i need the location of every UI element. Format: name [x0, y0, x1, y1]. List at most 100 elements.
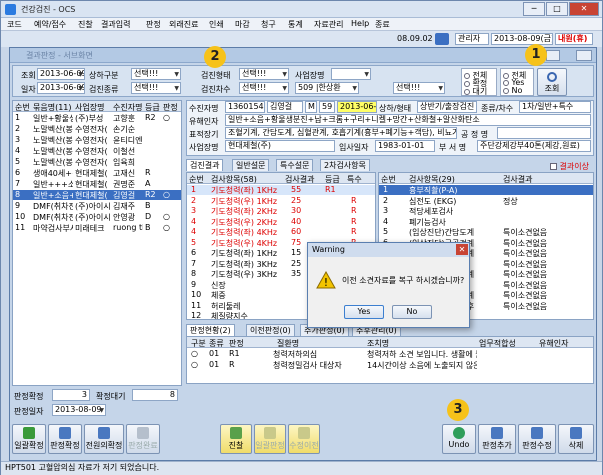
table-row[interactable]: 4 폐기능검사	[379, 217, 593, 227]
list-cell: ○	[163, 190, 170, 199]
table-row[interactable]: 3 기도청력(좌) 2KHz 30 R	[187, 206, 375, 216]
list-cell: ○	[163, 212, 170, 221]
list-item[interactable]: 2 노말벡산(봉 수영전자(손기순	[13, 124, 181, 134]
label-judge-date: 판정일자	[14, 407, 44, 416]
biz-name-value: 현대제철(주)	[225, 140, 335, 152]
menu-result-input[interactable]: 결과입력	[101, 19, 130, 30]
judgment-cell: 01	[209, 360, 220, 369]
exam-type-select[interactable]: 선택!!!	[239, 68, 289, 80]
half-select[interactable]: 선택!!!	[131, 68, 181, 80]
list-item[interactable]: 5 노말벡산(봉 수영전자(임육희	[13, 157, 181, 167]
inner-exit-button[interactable]	[576, 50, 592, 61]
radio-waiting-icon[interactable]	[464, 88, 470, 95]
menu-reservation[interactable]: 예약/접수	[34, 19, 66, 30]
doctor-select[interactable]: 509 |한상환	[295, 82, 359, 94]
result-cell: 신장	[211, 280, 226, 290]
search-button[interactable]: 조회	[537, 68, 567, 96]
result-cell: R	[351, 227, 357, 236]
patient-sex: M	[305, 101, 317, 113]
tab-second-exam[interactable]: 2차검사항목	[320, 159, 370, 171]
list-item[interactable]: 7 일반+++소음현대제철(권명준 A	[13, 179, 181, 189]
delete-button[interactable]: 삭제	[558, 424, 594, 454]
menu-code[interactable]: 코드	[7, 19, 22, 30]
menu-close[interactable]: 마감	[235, 19, 250, 30]
biz-select[interactable]	[331, 68, 371, 80]
menu-stats[interactable]: 통계	[288, 19, 303, 30]
tab-general-survey[interactable]: 일반설문	[232, 159, 270, 171]
minimize-button[interactable]: ─	[523, 2, 545, 16]
tab-special-survey[interactable]: 특수설문	[276, 159, 314, 171]
menu-help[interactable]: Help	[351, 19, 369, 28]
table-row[interactable]: 1 기도청력(좌) 1KHz 55 R1	[187, 185, 375, 195]
inner-restore-button[interactable]	[546, 50, 560, 61]
undo-button[interactable]: Undo	[442, 424, 476, 454]
menu-print[interactable]: 인쇄	[209, 19, 224, 30]
menu-outpatient[interactable]: 외래진료	[169, 19, 198, 30]
date-input[interactable]: 2013-06-09	[37, 82, 85, 94]
result-cell: 2	[191, 195, 197, 205]
table-row[interactable]: 2 기도청력(우) 1KHz 25 R	[187, 196, 375, 206]
table-row[interactable]: 3 적당세포검사	[379, 206, 593, 216]
tab-prev-judgment[interactable]: 이전판정(0)	[246, 324, 295, 336]
list-cell: B	[145, 201, 151, 210]
result-cell: 기도청력(좌) 2KHz	[211, 207, 278, 216]
list-cell: 8	[15, 190, 21, 199]
prev-edit-button[interactable]: 수정이전	[288, 424, 320, 454]
list-item[interactable]: 11 마약검사부서미래테크 ruong thB ○	[13, 223, 181, 233]
result-cell: 4	[191, 216, 197, 226]
radio-no-icon[interactable]	[503, 87, 509, 94]
results-header: 순번 검사항목(58) 검사결과 등급 특수	[187, 173, 375, 184]
exam-cell: 정상	[503, 196, 518, 206]
dialog-no-button[interactable]: No	[392, 305, 432, 319]
exam-cell: 3	[383, 206, 389, 215]
radio-yes-icon[interactable]	[503, 79, 509, 86]
result-cell: 체중	[211, 291, 226, 300]
menu-exam[interactable]: 진찰	[78, 19, 93, 30]
list-item[interactable]: 10 DMF(취차전:(주)아이시안영광 D ○	[13, 212, 181, 222]
table-row[interactable]: 4 기도청력(좌) 4KHz 60 R	[187, 227, 375, 237]
menu-judgment[interactable]: 판정	[146, 19, 161, 30]
tab-results[interactable]: 검진결과	[186, 159, 224, 171]
list-cell: 김재주	[113, 202, 136, 211]
exam-button[interactable]: 진찰	[220, 424, 252, 454]
table-row[interactable]: 1 흉부직촬(P-A)	[379, 185, 593, 195]
table-row[interactable]: ○ 01 R 청력정밀검사 대상자 14시간이상 소음에 노출되지 않은 상태에서 소음	[187, 360, 593, 370]
abnormal-check-icon[interactable]	[550, 163, 557, 170]
batch-confirm-button[interactable]: 일괄확정	[12, 424, 46, 454]
list-item[interactable]: 9 DMF(취차전:(주)아이시김재주 B	[13, 201, 181, 211]
table-row[interactable]: ○ 01 R1 청력저하의심 청력저하 소견 보입니다. 생활에 불편시 이비인후과 진…	[187, 349, 593, 359]
table-row[interactable]: 5 (임상진단)간담도계 특이소견없음	[379, 227, 593, 237]
release-button[interactable]: 판정완료	[126, 424, 160, 454]
all-confirm-button[interactable]: 전원의확정	[84, 424, 124, 454]
doctor2-select[interactable]: 선택!!!	[393, 82, 445, 94]
exam-kind-select[interactable]: 선택!!!	[131, 82, 181, 94]
dialog-yes-button[interactable]: Yes	[344, 305, 384, 319]
list-item[interactable]: 4 노말벡산(봉 수영전자(이철선	[13, 146, 181, 156]
abnormal-checkbox[interactable]: 결과이상	[550, 161, 589, 172]
list-item[interactable]: 6 생애40세+++현대제철(고재신 R	[13, 168, 181, 178]
exam-round-select[interactable]: 선택!!!	[239, 82, 289, 94]
list-item[interactable]: 8 일반+소음+ 현대제철(김영걸 R2 ○	[13, 190, 181, 200]
batch-judge-button[interactable]: 일괄판정	[254, 424, 286, 454]
process-value	[497, 127, 591, 139]
menu-data[interactable]: 자료관리	[314, 19, 343, 30]
dialog-close-icon[interactable]: ✕	[456, 244, 468, 255]
judge-date-input[interactable]: 2013-08-09	[52, 404, 106, 416]
visit-date: 2013-06-10	[337, 101, 377, 113]
edit-judgment-button[interactable]: 판정수정	[518, 424, 556, 454]
close-button[interactable]: ✕	[569, 2, 599, 16]
table-row[interactable]: 4 기도청력(우) 2KHz 40 R	[187, 217, 375, 227]
confirm-button[interactable]: 판정확정	[48, 424, 82, 454]
menu-exit[interactable]: 종료	[375, 19, 390, 30]
add-judgment-button[interactable]: 판정추가	[478, 424, 516, 454]
table-row[interactable]: 2 심전도 (EKG) 정상	[379, 196, 593, 206]
list-item[interactable]: 1 일반+황울생 (주)부성 고향훈 R2 ○	[13, 113, 181, 123]
menu-billing[interactable]: 청구	[261, 19, 276, 30]
search-date-input[interactable]: 2013-06-09	[37, 68, 85, 80]
judgment-cell: 청력저하의심	[273, 350, 318, 359]
list-item[interactable]: 3 노말벡산(봉 수영전자(윤티디엔	[13, 135, 181, 145]
tab-judgment-status[interactable]: 판정현황(2)	[186, 324, 235, 336]
logout-icon[interactable]	[435, 33, 449, 45]
label-category: 상하/형태	[379, 104, 412, 113]
maximize-button[interactable]: □	[546, 2, 568, 16]
